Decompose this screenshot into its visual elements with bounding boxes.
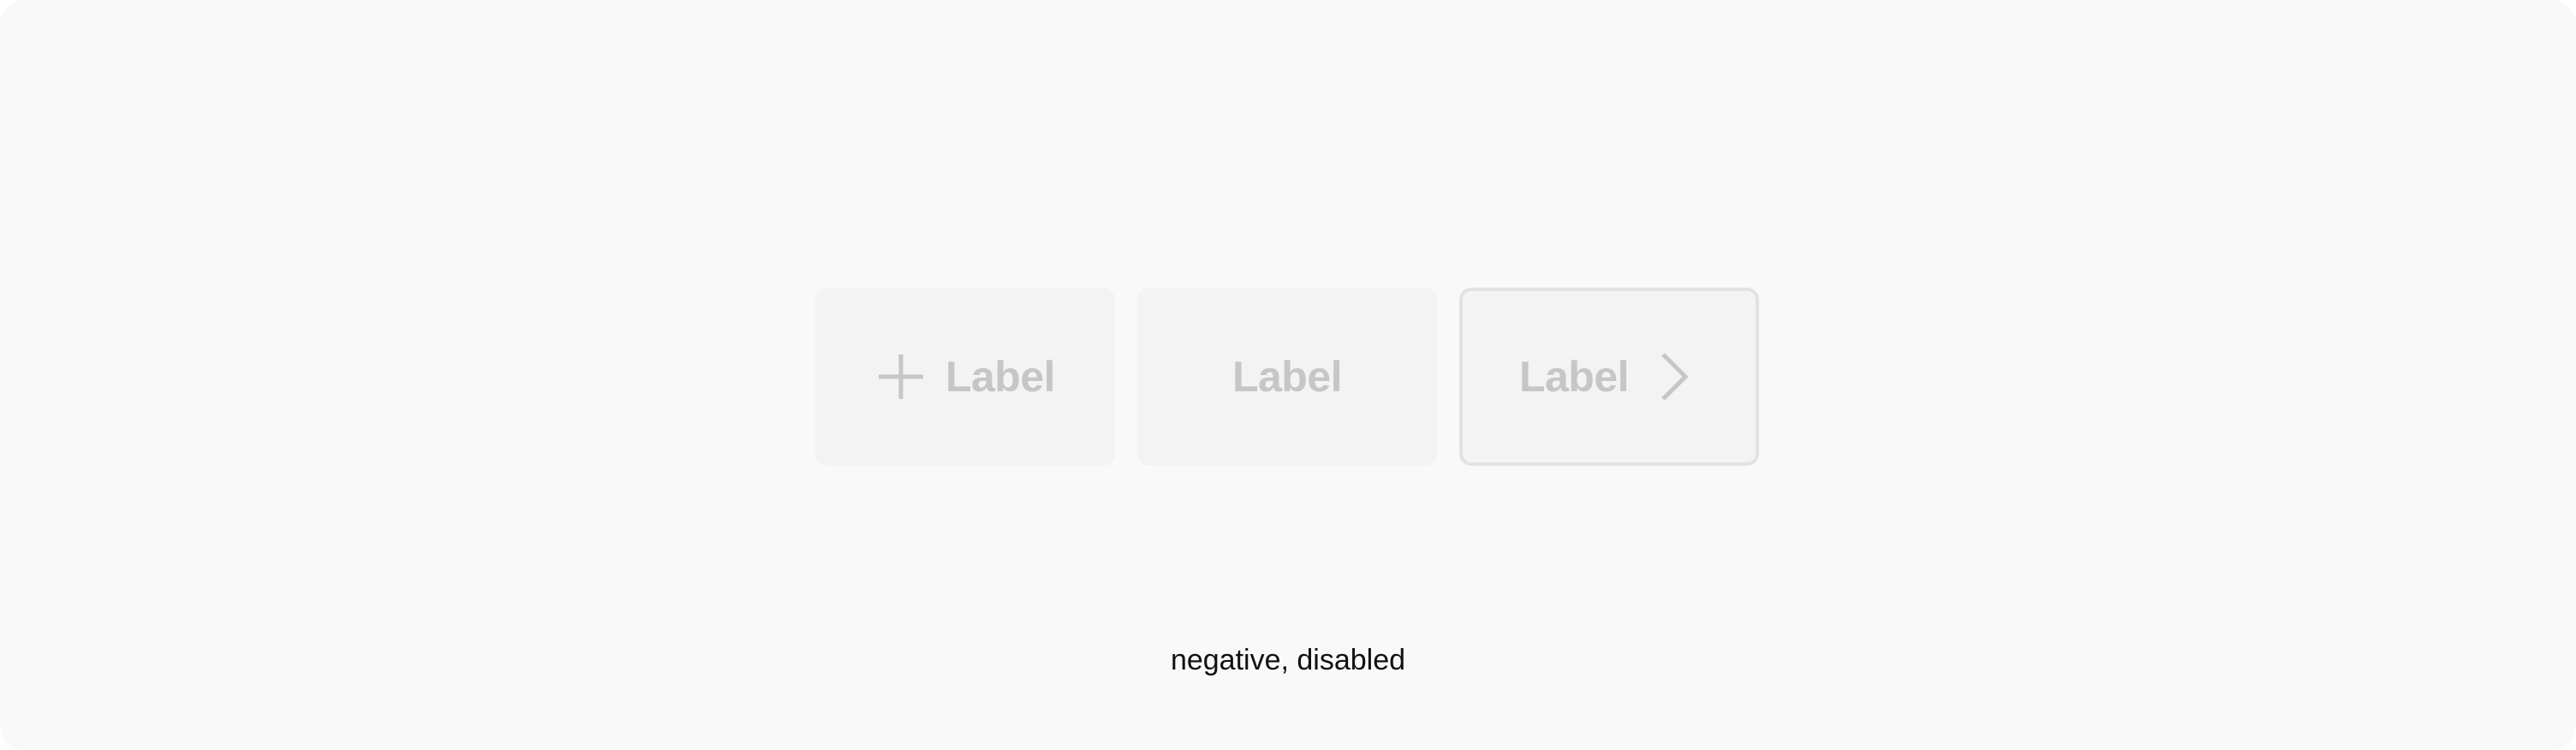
button-label: Label [1518, 353, 1630, 401]
button-label: Label [1231, 353, 1343, 401]
label-button[interactable]: Label [1137, 288, 1437, 466]
plus-icon [875, 351, 927, 402]
canvas: Label Label Label negative, disabled [0, 0, 2576, 750]
label-button-with-chevron-icon[interactable]: Label [1459, 288, 1759, 466]
chevron-right-icon [1648, 351, 1699, 402]
caption: negative, disabled [1170, 644, 1406, 676]
button-label: Label [945, 353, 1056, 401]
label-button-with-plus-icon[interactable]: Label [815, 288, 1115, 466]
